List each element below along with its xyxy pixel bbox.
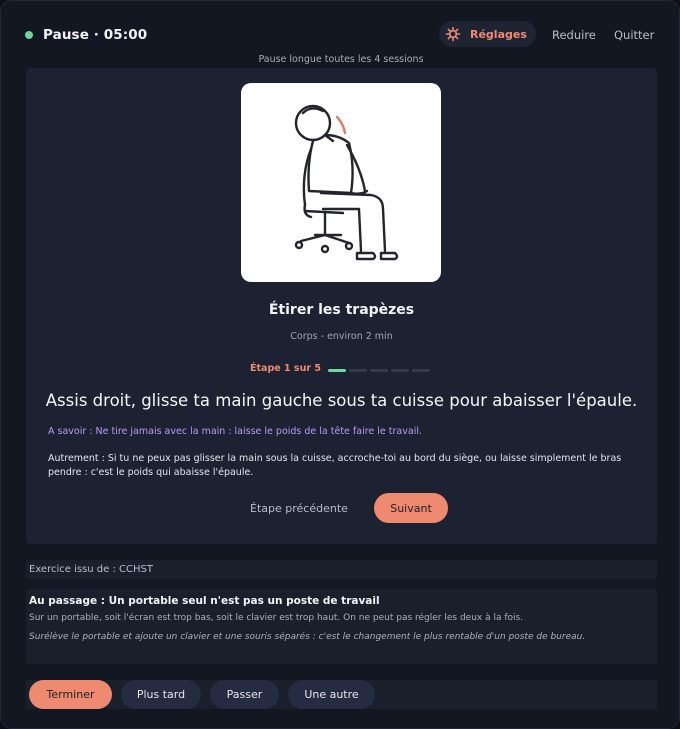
exercise-meta: Corps - environ 2 min (290, 331, 393, 342)
previous-step-button[interactable]: Étape précédente (250, 502, 348, 515)
header: Pause · 05:00 Réglages Reduire Quitter (1, 1, 680, 61)
another-exercise-button[interactable]: Une autre (288, 680, 375, 709)
exercise-alternative: Autrement : Si tu ne peux pas glisser la… (48, 453, 622, 478)
footer-actions: Terminer Plus tard Passer Une autre (26, 680, 657, 709)
settings-button[interactable]: Réglages (439, 21, 536, 47)
settings-label: Réglages (470, 27, 527, 41)
step-bar-1 (328, 369, 346, 372)
tip-body: Sur un portable, soit l'écran est trop b… (29, 613, 524, 623)
step-bar-4 (391, 369, 409, 372)
next-step-button[interactable]: Suivant (374, 493, 448, 523)
gear-icon (445, 26, 461, 42)
exercise-illustration (241, 83, 441, 282)
pause-timer-title: Pause · 05:00 (43, 27, 148, 43)
step-progress: Étape 1 sur 5 (26, 361, 657, 377)
skip-button[interactable]: Passer (210, 680, 279, 709)
exercise-note: A savoir : Ne tire jamais avec la main :… (48, 426, 422, 437)
quit-button[interactable]: Quitter (614, 28, 654, 42)
person-stretch-illustration (294, 104, 399, 261)
status-dot (25, 31, 33, 39)
finish-button[interactable]: Terminer (29, 680, 112, 709)
tip-advice: Surélève le portable et ajoute un clavie… (29, 632, 586, 642)
exercise-source: Exercice issu de : CCHST (26, 560, 657, 579)
exercise-title: Étirer les trapèzes (268, 302, 415, 318)
exercise-card: Étirer les trapèzes Corps - environ 2 mi… (26, 68, 657, 544)
tip-panel: Au passage : Un portable seul n'est pas … (26, 589, 657, 664)
step-label: Étape 1 sur 5 (250, 363, 321, 374)
tip-title: Au passage : Un portable seul n'est pas … (29, 595, 380, 607)
exercise-instruction: Assis droit, glisse ta main gauche sous … (45, 391, 638, 410)
minimize-button[interactable]: Reduire (552, 28, 596, 42)
step-bar-3 (370, 369, 388, 372)
step-bar-2 (349, 369, 367, 372)
pause-window: Pause · 05:00 Réglages Reduire Quitter P… (0, 0, 680, 729)
step-bar-5 (412, 369, 430, 372)
long-break-info: Pause longue toutes les 4 sessions (258, 54, 424, 65)
later-button[interactable]: Plus tard (121, 680, 201, 709)
